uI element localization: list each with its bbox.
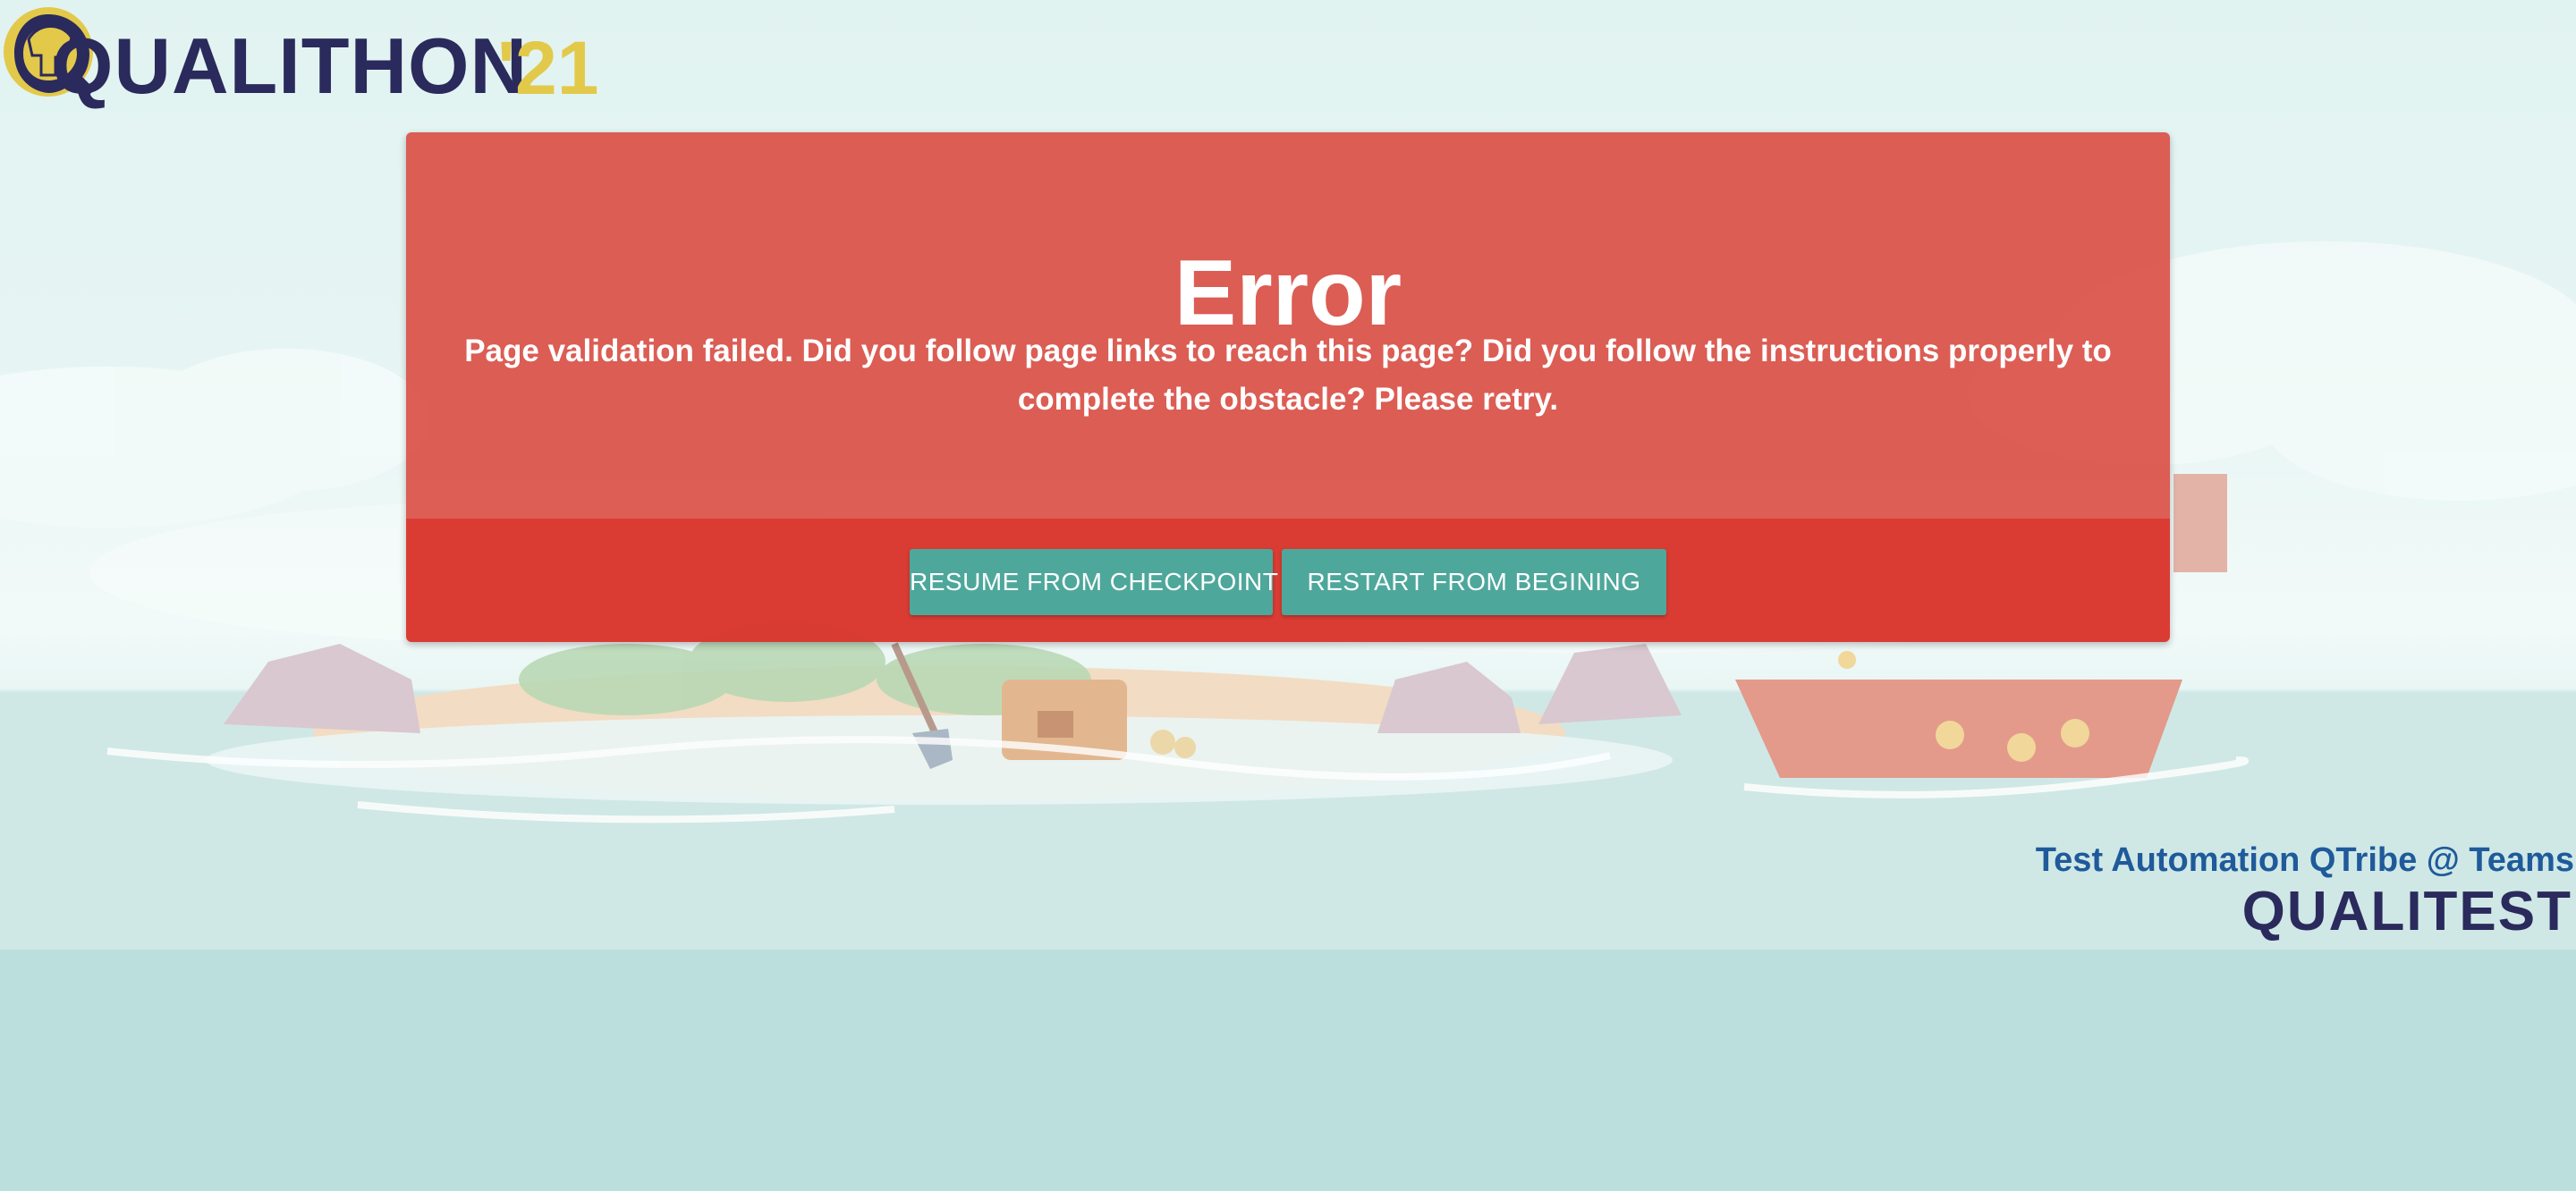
action-buttons: RESUME FROM CHECKPOINT RESTART FROM BEGI…	[406, 549, 2170, 615]
footer-tagline: Test Automation QTribe @ Teams	[2035, 841, 2574, 879]
restart-from-beginning-button[interactable]: RESTART FROM BEGINING	[1282, 549, 1666, 615]
logo-wordmark: QUALITHON	[52, 21, 529, 110]
error-message: Page validation failed. Did you follow p…	[464, 334, 2112, 417]
qualitest-brand: QUALITEST	[2241, 881, 2572, 942]
resume-from-checkpoint-button[interactable]: RESUME FROM CHECKPOINT	[910, 549, 1278, 615]
error-card: Error Page validation failed. Did you fo…	[406, 132, 2170, 642]
qualithon-logo: QUALITHON '21	[0, 0, 608, 116]
logo-year: '21	[497, 26, 599, 110]
